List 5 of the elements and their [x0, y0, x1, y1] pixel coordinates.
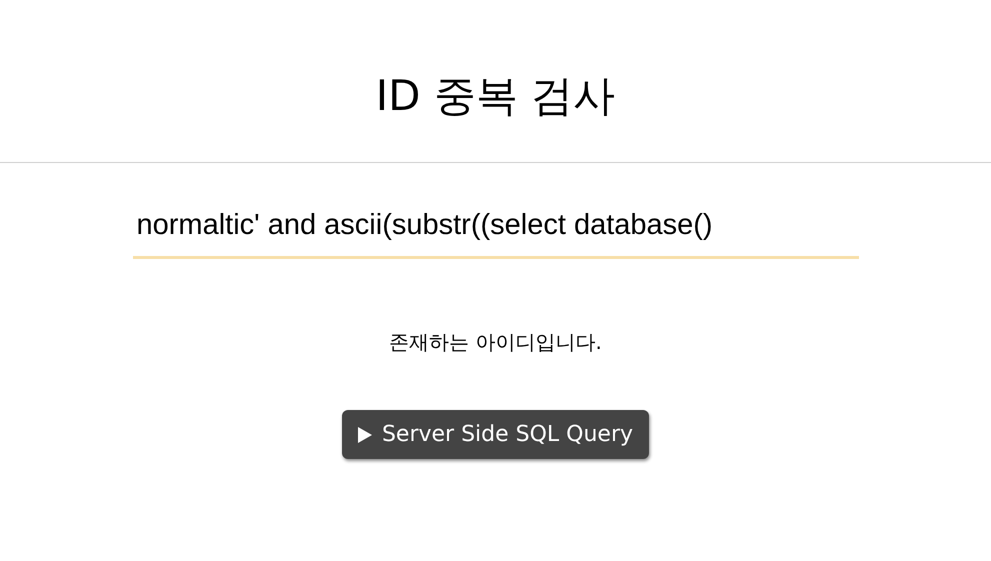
page-title: ID 중복 검사: [376, 70, 616, 122]
sql-query-button[interactable]: Server Side SQL Query: [342, 410, 650, 459]
id-input-field[interactable]: normaltic' and ascii(substr((select database(): [132, 199, 858, 259]
result-message: 존재하는 아이디입니다.: [389, 329, 602, 356]
play-icon: [358, 426, 372, 442]
